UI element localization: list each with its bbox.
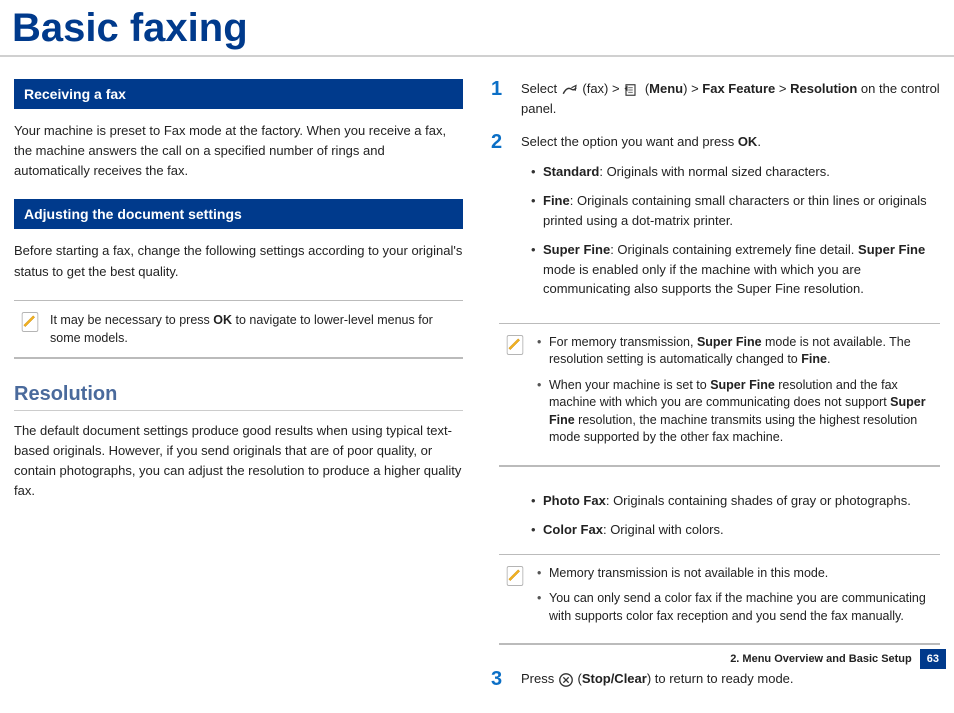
options-more: Photo Fax: Originals containing shades o… — [521, 491, 940, 540]
receiving-fax-text: Your machine is preset to Fax mode at th… — [14, 121, 463, 181]
step2-t1: Select the option you want and press — [521, 134, 738, 149]
note-pencil-icon — [505, 334, 525, 356]
footer-chapter: 2. Menu Overview and Basic Setup — [730, 653, 912, 665]
step-2-number: 2 — [491, 132, 509, 152]
step1-fax: (fax) — [582, 81, 608, 96]
step3-t1: Press — [521, 671, 558, 686]
resolution-text: The default document settings produce go… — [14, 421, 463, 502]
subhead-resolution: Resolution — [14, 383, 463, 411]
step2-dot: . — [757, 134, 761, 149]
heading-receiving-fax: Receiving a fax — [14, 79, 463, 109]
option-standard: Standard: Originals with normal sized ch… — [521, 162, 940, 182]
n2i2-b1: Super Fine — [710, 378, 775, 392]
n2i1-pre: For memory transmission, — [549, 335, 697, 349]
step1-menu: Menu — [649, 81, 683, 96]
page-footer: 2. Menu Overview and Basic Setup 63 — [730, 649, 946, 669]
opt-pf-b: Photo Fax — [543, 493, 606, 508]
step3-tail: ) to return to ready mode. — [647, 671, 794, 686]
step1-faxfeature: Fax Feature — [702, 81, 775, 96]
option-color-fax: Color Fax: Original with colors. — [521, 520, 940, 540]
n2i1-b1: Super Fine — [697, 335, 762, 349]
n2i2-pre: When your machine is set to — [549, 378, 710, 392]
menu-icon — [623, 83, 641, 97]
option-photo-fax: Photo Fax: Originals containing shades o… — [521, 491, 940, 511]
opt-cf-rest: : Original with colors. — [603, 522, 724, 537]
fax-icon — [561, 83, 579, 97]
opt-fine-b: Fine — [543, 193, 570, 208]
step-1-number: 1 — [491, 79, 509, 99]
stop-clear-icon — [558, 672, 574, 688]
opt-fine-rest: : Originals containing small characters … — [543, 193, 927, 228]
opt-sf-r2: mode is enabled only if the machine with… — [543, 262, 864, 297]
opt-sf-b2: Super Fine — [858, 242, 925, 257]
step1-reso: Resolution — [790, 81, 857, 96]
note-pencil-icon — [20, 311, 40, 333]
note2-item1: For memory transmission, Super Fine mode… — [535, 334, 934, 369]
step2-options: Standard: Originals with normal sized ch… — [521, 162, 940, 299]
note1-bold: OK — [213, 313, 232, 327]
step1-t1: Select — [521, 81, 561, 96]
note2-item2: When your machine is set to Super Fine r… — [535, 377, 934, 447]
n2i1-b2: Fine — [801, 352, 827, 366]
note-superfine: For memory transmission, Super Fine mode… — [499, 323, 940, 467]
step1-gt2: > — [691, 81, 702, 96]
page-number: 63 — [920, 649, 946, 669]
opt-cf-b: Color Fax — [543, 522, 603, 537]
content-area: Receiving a fax Your machine is preset t… — [0, 57, 954, 713]
note1-pre: It may be necessary to press — [50, 313, 213, 327]
opt-sf-r1: : Originals containing extremely fine de… — [610, 242, 858, 257]
step-3-number: 3 — [491, 669, 509, 689]
opt-sf-b: Super Fine — [543, 242, 610, 257]
note3-item1: Memory transmission is not available in … — [535, 565, 934, 583]
page-title: Basic faxing — [0, 0, 954, 57]
left-column: Receiving a fax Your machine is preset t… — [14, 79, 463, 703]
note-pencil-icon — [505, 565, 525, 587]
step3-stopclear: Stop/Clear — [582, 671, 647, 686]
n2i1-post: . — [827, 352, 830, 366]
right-column: 1 Select (fax) > (Menu) > Fax Feature > … — [491, 79, 940, 703]
step-2: 2 Select the option you want and press O… — [491, 132, 940, 309]
note-colorfax: Memory transmission is not available in … — [499, 554, 940, 646]
option-fine: Fine: Originals containing small charact… — [521, 191, 940, 230]
note3-item2: You can only send a color fax if the mac… — [535, 590, 934, 625]
note-press-ok: It may be necessary to press OK to navig… — [14, 300, 463, 359]
opt-standard-rest: : Originals with normal sized characters… — [599, 164, 829, 179]
opt-standard-b: Standard — [543, 164, 599, 179]
opt-pf-rest: : Originals containing shades of gray or… — [606, 493, 911, 508]
n2i2-post: resolution, the machine transmits using … — [549, 413, 917, 445]
option-super-fine: Super Fine: Originals containing extreme… — [521, 240, 940, 299]
step-3: 3 Press (Stop/Clear) to return to ready … — [491, 669, 940, 689]
adjust-settings-text: Before starting a fax, change the follow… — [14, 241, 463, 281]
heading-adjust-settings: Adjusting the document settings — [14, 199, 463, 229]
step2-ok: OK — [738, 134, 758, 149]
step1-gt3: > — [779, 81, 790, 96]
step-1: 1 Select (fax) > (Menu) > Fax Feature > … — [491, 79, 940, 118]
step1-gt1: > — [612, 81, 623, 96]
